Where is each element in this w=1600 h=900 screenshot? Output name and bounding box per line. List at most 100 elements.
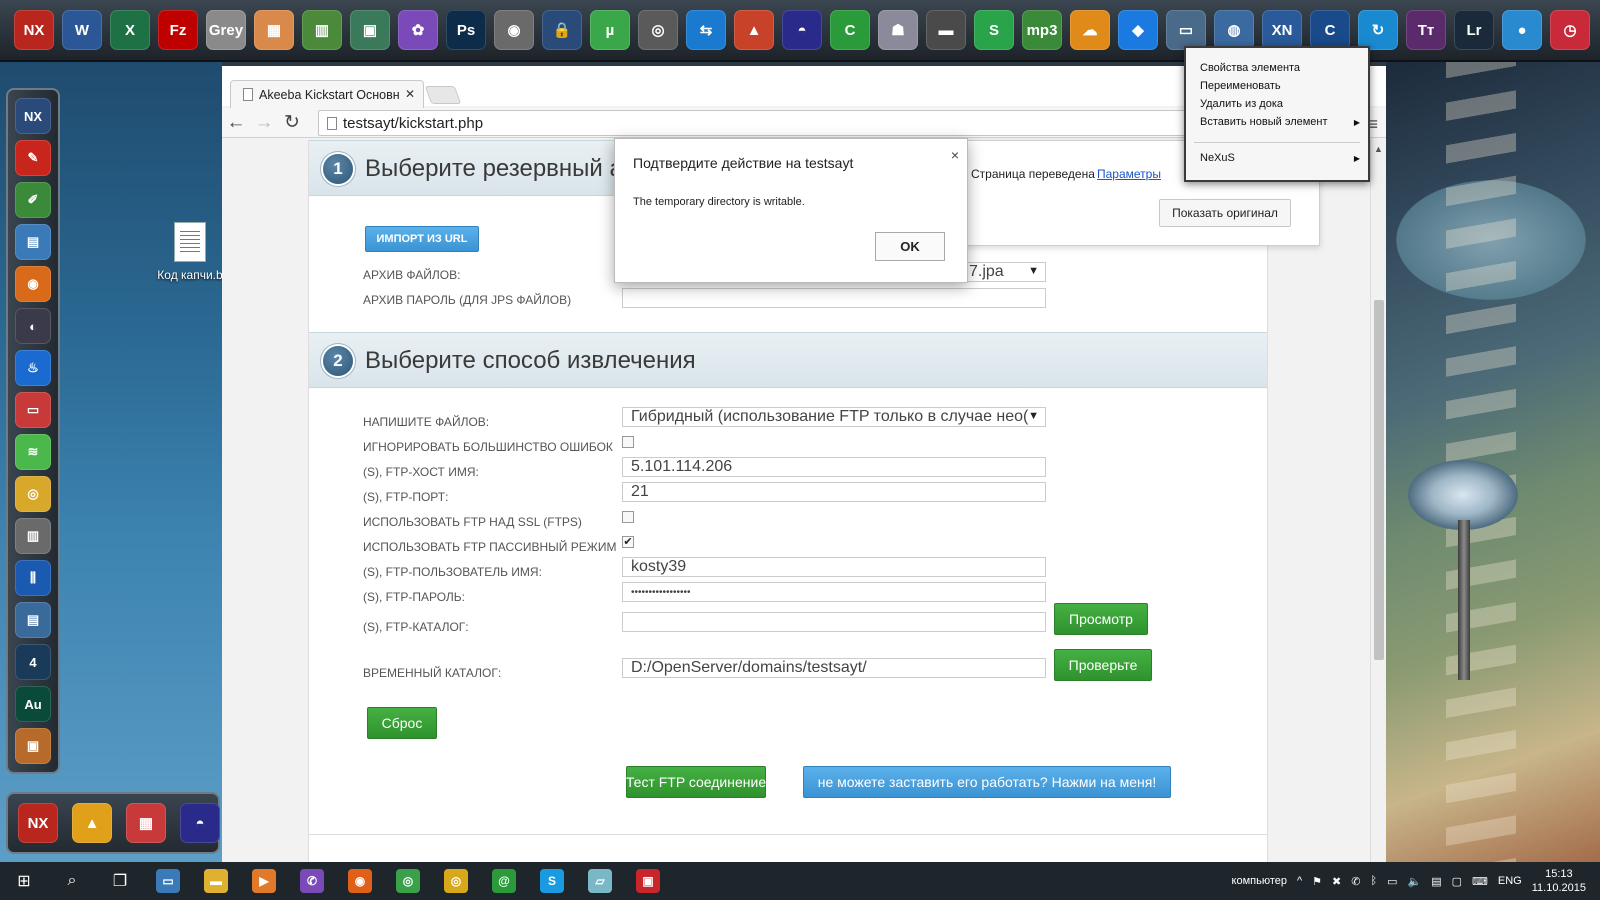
nexus-small-icon[interactable]: NX — [15, 98, 51, 134]
taskbar-app-chrome[interactable]: ◎ — [384, 862, 432, 900]
mp3-cutter-icon[interactable]: mp3 — [1022, 10, 1062, 50]
dialog-close-icon[interactable]: × — [951, 147, 959, 163]
temp-directory-input[interactable]: D:/OpenServer/domains/testsayt/ — [622, 658, 1046, 678]
eye-dark-icon[interactable]: ◐ — [15, 308, 51, 344]
picasa-icon[interactable]: ✿ — [398, 10, 438, 50]
coins-icon[interactable]: ◎ — [15, 476, 51, 512]
nexus-bottom-icon[interactable]: NX — [18, 803, 58, 843]
audition-icon[interactable]: Au — [15, 686, 51, 722]
tray-computer-label[interactable]: компьютер — [1232, 875, 1287, 887]
camtasia-icon[interactable]: C — [830, 10, 870, 50]
xn-icon[interactable]: XN — [1262, 10, 1302, 50]
ftps-checkbox[interactable] — [622, 511, 634, 523]
notifications-icon[interactable]: ▢ — [1452, 875, 1462, 888]
photo-viewer-icon[interactable]: ▣ — [350, 10, 390, 50]
lightroom-icon[interactable]: Lr — [1454, 10, 1494, 50]
check-directory-button[interactable]: Проверьте — [1054, 649, 1152, 681]
browser-c-icon[interactable]: C — [1310, 10, 1350, 50]
menu-item-properties[interactable]: Свойства элемента — [1200, 62, 1300, 74]
menu-item-nexus[interactable]: NeXuS — [1200, 152, 1235, 164]
taskbar-app-media-player[interactable]: ▶ — [240, 862, 288, 900]
excel-icon[interactable]: X — [110, 10, 150, 50]
alarm-clock-icon[interactable]: ◷ — [1550, 10, 1590, 50]
notepad-icon[interactable]: ✐ — [15, 182, 51, 218]
desktop-file-captcha[interactable]: Код капчи.b — [150, 222, 230, 282]
tray-expand-icon[interactable]: ^ — [1297, 875, 1302, 887]
show-original-button[interactable]: Показать оригинал — [1159, 199, 1291, 227]
taskbar-app-viber[interactable]: ✆ — [288, 862, 336, 900]
archive-password-input[interactable] — [622, 288, 1046, 308]
photoshop-icon[interactable]: Ps — [446, 10, 486, 50]
weather-icon[interactable]: ☁ — [1070, 10, 1110, 50]
reload-icon[interactable]: ↻ — [278, 109, 306, 137]
tab-kickstart[interactable]: Akeeba Kickstart Основн ✕ — [230, 80, 424, 108]
volume-icon[interactable]: 🔈 — [1408, 875, 1422, 888]
archive-icon[interactable]: ▦ — [254, 10, 294, 50]
us-flag-icon[interactable]: ▤ — [1431, 875, 1441, 888]
taskbar-app-pdf[interactable]: ▣ — [624, 862, 672, 900]
ftp-port-input[interactable]: 21 — [622, 482, 1046, 502]
fire-icon[interactable]: ♨ — [15, 350, 51, 386]
dialog-ok-button[interactable]: OK — [875, 232, 945, 261]
dropbox-icon[interactable]: ◆ — [1118, 10, 1158, 50]
memory-icon[interactable]: ▬ — [926, 10, 966, 50]
write-files-select[interactable]: Гибридный (использование FTP только в сл… — [622, 407, 1046, 427]
scroll-up-arrow-icon[interactable]: ▲ — [1374, 144, 1383, 154]
helmet-icon[interactable]: ◓ — [782, 10, 822, 50]
search-icon[interactable]: ⌕ — [48, 862, 96, 900]
ftp-password-input[interactable]: ••••••••••••••••• — [622, 582, 1046, 602]
security-icon[interactable]: ✖ — [1332, 875, 1341, 888]
server-icon[interactable]: ▥ — [15, 518, 51, 554]
lock-icon[interactable]: 🔒 — [542, 10, 582, 50]
filezilla-icon[interactable]: Fz — [158, 10, 198, 50]
help-button[interactable]: не можете заставить его работать? Нажми … — [803, 766, 1171, 798]
helmet-bottom-icon[interactable]: ◓ — [180, 803, 220, 843]
robot-icon[interactable]: ☗ — [878, 10, 918, 50]
import-from-url-button[interactable]: ИМПОРТ ИЗ URL — [365, 226, 479, 252]
viber-tray-icon[interactable]: ✆ — [1351, 875, 1360, 888]
landscape-icon[interactable]: ▤ — [15, 224, 51, 260]
taskbar-app-skype[interactable]: S — [528, 862, 576, 900]
taskbar-app-firefox[interactable]: ◉ — [336, 862, 384, 900]
ignore-errors-checkbox[interactable] — [622, 436, 634, 448]
nexus-icon[interactable]: NX — [14, 10, 54, 50]
ftp-user-input[interactable]: kosty39 — [622, 557, 1046, 577]
toolbox-icon[interactable]: ▣ — [15, 728, 51, 764]
network-icon[interactable]: ▭ — [1387, 875, 1397, 888]
flag-icon[interactable]: ⚑ — [1312, 875, 1322, 888]
taskbar-app-notes[interactable]: ▱ — [576, 862, 624, 900]
back-arrow-icon[interactable]: ← — [222, 109, 250, 137]
menu-item-remove[interactable]: Удалить из дока — [1200, 98, 1283, 110]
card-icon[interactable]: ▭ — [15, 392, 51, 428]
scrollbar-thumb[interactable] — [1374, 300, 1384, 660]
wifi-icon[interactable]: ≋ — [15, 434, 51, 470]
typora-icon[interactable]: Tт — [1406, 10, 1446, 50]
ftp-directory-input[interactable] — [622, 612, 1046, 632]
screen-icon[interactable]: ▭ — [1166, 10, 1206, 50]
keyboard-icon[interactable]: ⌨ — [1472, 875, 1488, 888]
test-ftp-button[interactable]: Тест FTP соединение — [626, 766, 766, 798]
browse-button[interactable]: Просмотр — [1054, 603, 1148, 635]
taskbar-app-mail-agent[interactable]: @ — [480, 862, 528, 900]
equalizer-icon[interactable]: ⫼ — [15, 560, 51, 596]
taskbar-app-chrome-2[interactable]: ◎ — [432, 862, 480, 900]
translate-options-link[interactable]: Параметры — [1097, 167, 1161, 181]
antivirus-icon[interactable]: ▲ — [734, 10, 774, 50]
skype-s-icon[interactable]: S — [974, 10, 1014, 50]
page-scrollbar[interactable]: ▲ — [1370, 140, 1386, 862]
triangle-icon[interactable]: ▲ — [72, 803, 112, 843]
reset-button[interactable]: Сброс — [367, 707, 437, 739]
teamviewer-icon[interactable]: ⇆ — [686, 10, 726, 50]
grey-icon[interactable]: Grey — [206, 10, 246, 50]
utorrent-icon[interactable]: µ — [590, 10, 630, 50]
feather-icon[interactable]: ✎ — [15, 140, 51, 176]
taskbar-app-file-explorer[interactable]: ▬ — [192, 862, 240, 900]
tab-close-icon[interactable]: ✕ — [405, 87, 415, 101]
webcam-icon[interactable]: ◎ — [638, 10, 678, 50]
ftp-host-input[interactable]: 5.101.114.206 — [622, 457, 1046, 477]
sync-icon[interactable]: ↻ — [1358, 10, 1398, 50]
calculator-icon[interactable]: ▥ — [302, 10, 342, 50]
windows-start-icon[interactable]: ⊞ — [0, 862, 48, 900]
globe-icon[interactable]: ◍ — [1214, 10, 1254, 50]
language-indicator[interactable]: ENG — [1498, 875, 1522, 887]
